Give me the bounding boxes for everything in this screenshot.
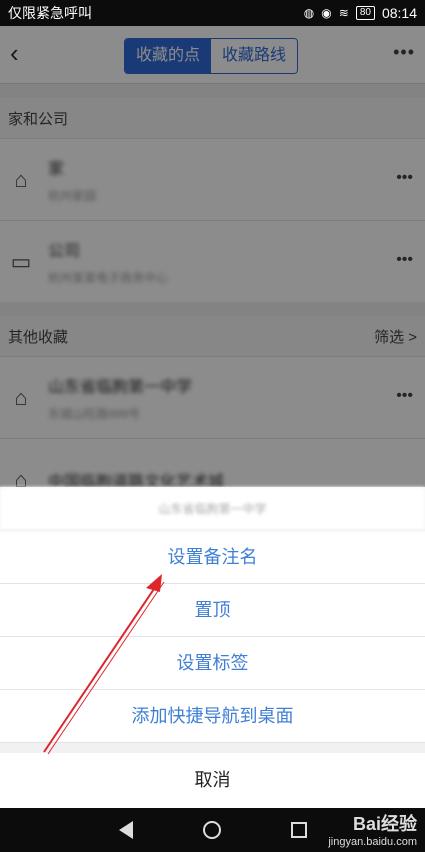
wifi-icon: ≋ [338,6,349,20]
watermark: Bai经验 jingyan.baidu.com [328,810,417,848]
carrier-text: 仅限紧急呼叫 [8,5,92,21]
set-remark-name-button[interactable]: 设置备注名 [0,531,425,584]
watermark-brand: Bai经验 [352,814,417,834]
status-bar: 仅限紧急呼叫 ◍ ◉ ≋ 80 08:14 [0,0,425,26]
home-button-icon[interactable] [202,821,221,839]
signal-icon: ◍ [303,6,315,20]
action-sheet: 山东省临朐第一中学 设置备注名 置顶 设置标签 添加快捷导航到桌面 取消 [0,487,425,808]
cancel-button[interactable]: 取消 [0,753,425,808]
back-icon[interactable] [118,821,133,839]
action-sheet-title: 山东省临朐第一中学 [0,487,425,531]
modal-overlay[interactable] [0,26,425,487]
add-shortcut-button[interactable]: 添加快捷导航到桌面 [0,690,425,743]
recents-icon[interactable] [290,822,307,838]
location-icon: ◉ [321,6,332,20]
pin-to-top-button[interactable]: 置顶 [0,584,425,637]
set-tag-button[interactable]: 设置标签 [0,637,425,690]
battery-icon: 80 [355,6,375,20]
watermark-url: jingyan.baidu.com [328,836,417,848]
clock: 08:14 [381,5,417,21]
